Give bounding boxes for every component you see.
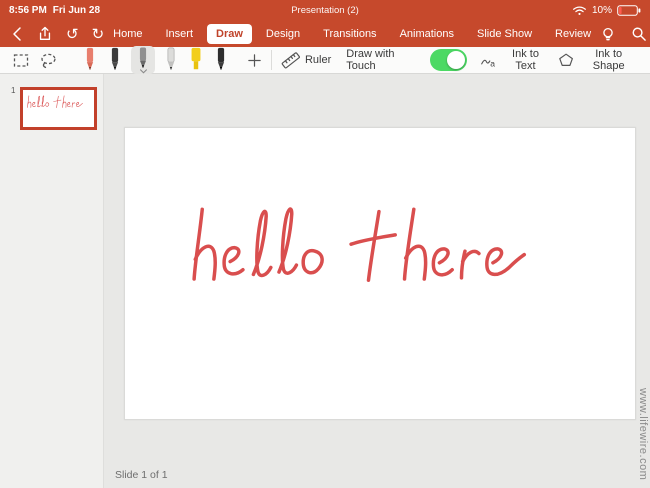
battery-percent: 10% [591, 5, 612, 16]
undo-icon: ↺ [66, 24, 79, 43]
pen-gray-selected[interactable] [131, 46, 155, 74]
tab-design[interactable]: Design [257, 24, 309, 44]
ruler-icon [281, 52, 300, 69]
lightbulb-icon[interactable] [600, 26, 616, 43]
tab-review[interactable]: Review [546, 24, 600, 44]
redo-icon: ↻ [91, 24, 105, 43]
pen-black[interactable] [106, 47, 124, 74]
ink-to-shape-icon [559, 53, 574, 66]
export-icon[interactable] [37, 26, 53, 42]
svg-text:a: a [490, 58, 495, 68]
plus-icon [248, 53, 261, 67]
ink-to-text-label: Ink to Text [512, 48, 539, 72]
ribbon-bar: ↺ ↻ Home Insert Draw Design Transitions … [0, 21, 650, 47]
tab-home[interactable]: Home [104, 24, 151, 44]
back-button[interactable] [10, 26, 24, 42]
app-header: 8:56 PM Fri Jun 28 Presentation (2) 10% … [0, 0, 650, 47]
ribbon-tabs: Home Insert Draw Design Transitions Anim… [104, 21, 600, 47]
tab-draw[interactable]: Draw [207, 24, 252, 44]
watermark: www.lifewire.com [637, 387, 649, 480]
slide-thumbnail[interactable] [20, 87, 97, 130]
wifi-icon [572, 5, 587, 16]
ruler-button[interactable]: Ruler [281, 51, 331, 69]
add-pen-button[interactable] [247, 53, 262, 68]
tab-animations[interactable]: Animations [391, 24, 463, 44]
draw-with-touch-label: Draw with Touch [346, 48, 395, 72]
toolbar-divider [271, 50, 272, 70]
highlighter-yellow[interactable] [187, 47, 205, 74]
ink-to-shape-label: Ink to Shape [592, 48, 625, 72]
battery-icon [617, 5, 641, 16]
redo-button[interactable]: ↻ [91, 24, 105, 43]
pen-pencil-red[interactable] [81, 47, 99, 74]
ink-to-shape-button[interactable]: Ink to Shape [558, 48, 638, 72]
ink-hello-there [179, 200, 551, 305]
undo-button[interactable]: ↺ [66, 24, 79, 43]
slide-number: 1 [11, 86, 16, 95]
slides-panel: 1 [0, 74, 104, 488]
pen-dark[interactable] [212, 47, 230, 74]
tab-transitions[interactable]: Transitions [314, 24, 385, 44]
search-icon[interactable] [631, 26, 647, 42]
slide-canvas[interactable] [124, 127, 636, 420]
draw-with-touch-toggle[interactable] [429, 49, 467, 71]
ink-to-text-icon: a [480, 58, 495, 68]
thumbnail-ink [25, 93, 87, 113]
ruler-label: Ruler [304, 54, 332, 66]
pen-gallery [81, 46, 230, 74]
marquee-select-icon[interactable] [12, 52, 30, 69]
ink-to-text-button[interactable]: a Ink to Text [480, 48, 549, 72]
workspace: 1 Slide 1 of 1 www.lifewire.com [0, 74, 650, 488]
tab-insert[interactable]: Insert [157, 24, 203, 44]
status-time: 8:56 PM [9, 5, 47, 16]
pen-light[interactable] [162, 47, 180, 74]
status-date: Fri Jun 28 [52, 5, 101, 16]
canvas-area: Slide 1 of 1 [104, 74, 650, 488]
lasso-select-icon[interactable] [39, 52, 58, 69]
slide-status: Slide 1 of 1 [115, 469, 168, 481]
status-bar: 8:56 PM Fri Jun 28 Presentation (2) 10% [0, 0, 650, 21]
tab-slide-show[interactable]: Slide Show [468, 24, 541, 44]
draw-toolbar: Ruler Draw with Touch a Ink to Text Ink … [0, 46, 650, 74]
